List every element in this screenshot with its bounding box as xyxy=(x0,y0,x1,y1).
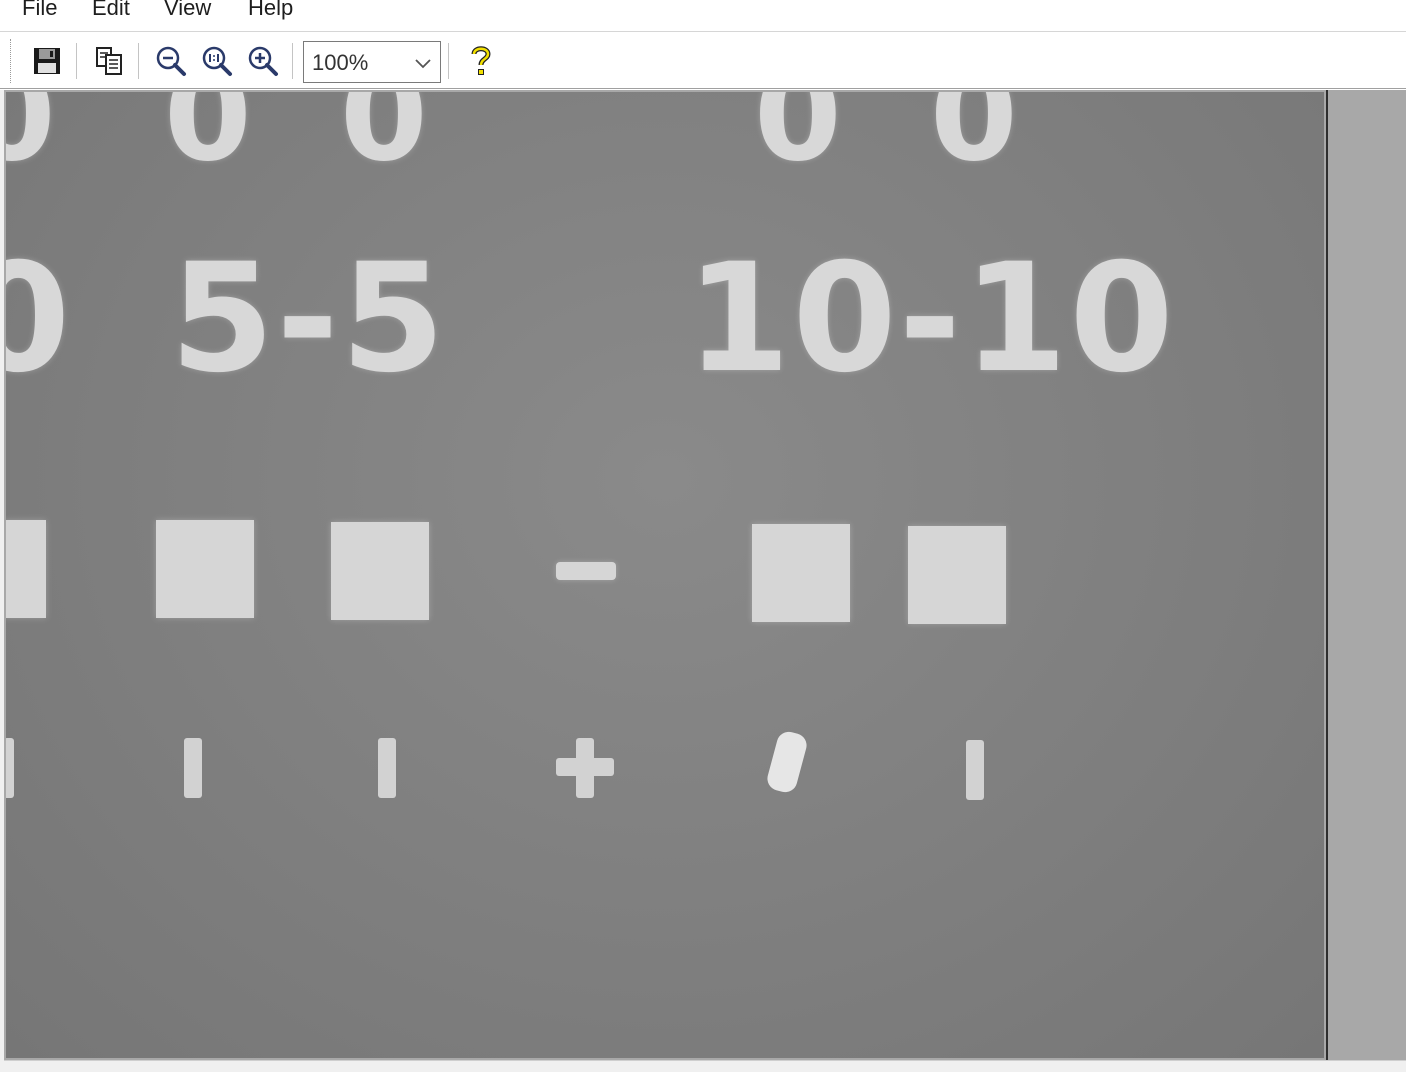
horizontal-scrollbar[interactable] xyxy=(4,1060,1406,1072)
save-button[interactable] xyxy=(28,41,66,81)
image-label: 10-10 xyxy=(686,232,1176,406)
image-square xyxy=(6,520,46,618)
image-mark-top: 0 xyxy=(164,92,254,189)
copy-button[interactable] xyxy=(90,41,128,81)
help-button[interactable] xyxy=(462,41,500,81)
image-mark-top: 0 xyxy=(340,92,430,189)
zoom-actual-size-button[interactable] xyxy=(198,41,236,81)
save-icon xyxy=(34,48,60,74)
toolbar-separator xyxy=(448,43,450,79)
image-right-border xyxy=(1326,90,1328,1060)
menu-help[interactable]: Help xyxy=(248,0,293,22)
displayed-image: 0 0 0 0 0 0 5-5 10-10 xyxy=(6,92,1324,1058)
toolbar-separator xyxy=(76,43,78,79)
toolbar-grip[interactable] xyxy=(10,39,13,83)
image-tick xyxy=(184,738,202,798)
chevron-down-icon xyxy=(415,59,431,69)
menu-edit[interactable]: Edit xyxy=(92,0,130,22)
image-label: 0 xyxy=(6,232,73,406)
help-icon xyxy=(471,46,491,75)
image-cross-horizontal xyxy=(556,758,614,776)
image-tick xyxy=(6,738,14,798)
toolbar-separator xyxy=(292,43,294,79)
menu-file[interactable]: File xyxy=(22,0,57,22)
zoom-out-icon xyxy=(156,46,186,76)
zoom-out-button[interactable] xyxy=(152,41,190,81)
zoom-in-icon xyxy=(248,46,278,76)
image-mark-top: 0 xyxy=(754,92,844,189)
image-square xyxy=(331,522,429,620)
image-tick xyxy=(378,738,396,798)
zoom-actual-size-icon xyxy=(202,46,232,76)
image-mark-top: 0 xyxy=(930,92,1020,189)
image-label: 5-5 xyxy=(170,232,447,406)
image-bright-spot xyxy=(764,729,810,795)
zoom-level-select[interactable]: 100% xyxy=(303,41,441,83)
copy-icon xyxy=(96,47,122,75)
toolbar-separator xyxy=(138,43,140,79)
image-square xyxy=(752,524,850,622)
image-mark-top: 0 xyxy=(6,92,58,189)
menu-view[interactable]: View xyxy=(164,0,211,22)
image-viewport[interactable]: 0 0 0 0 0 0 5-5 10-10 xyxy=(4,90,1406,1072)
zoom-level-value: 100% xyxy=(312,50,369,75)
toolbar: 100% xyxy=(0,33,1406,89)
zoom-in-button[interactable] xyxy=(244,41,282,81)
menu-bar: File Edit View Help xyxy=(0,0,1406,32)
image-dash xyxy=(556,562,616,580)
image-square xyxy=(908,526,1006,624)
image-tick xyxy=(966,740,984,800)
image-square xyxy=(156,520,254,618)
